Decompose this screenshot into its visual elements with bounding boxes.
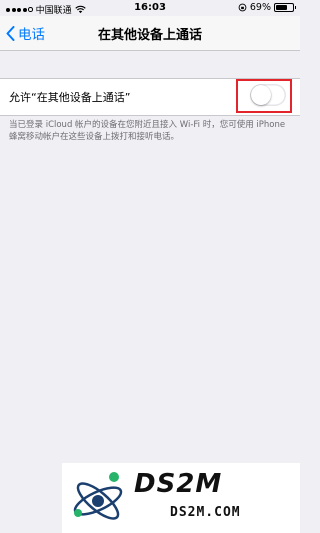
watermark: DS2M DS2M.COM — [62, 463, 300, 533]
watermark-sub-text: DS2M.COM — [170, 505, 241, 520]
setting-footnote: 当已登录 iCloud 帐户的设备在您附近且接入 Wi-Fi 时，您可使用 iP… — [9, 120, 286, 142]
status-right: 69% — [238, 2, 296, 13]
battery-fill — [276, 5, 288, 10]
page-title: 在其他设备上通话 — [97, 28, 202, 43]
status-bar: 中国联通 16:03 69% — [0, 0, 300, 16]
battery-percent: 69% — [249, 2, 271, 13]
watermark-main-text: DS2M — [134, 469, 223, 499]
battery-icon — [274, 3, 296, 12]
navigation-bar: 电话 在其他设备上通话 — [0, 16, 300, 51]
highlight-box — [236, 79, 292, 113]
atom-logo-icon — [73, 472, 123, 520]
setting-label: 允许“在其他设备上通话” — [9, 91, 131, 104]
orientation-lock-icon — [238, 3, 247, 12]
